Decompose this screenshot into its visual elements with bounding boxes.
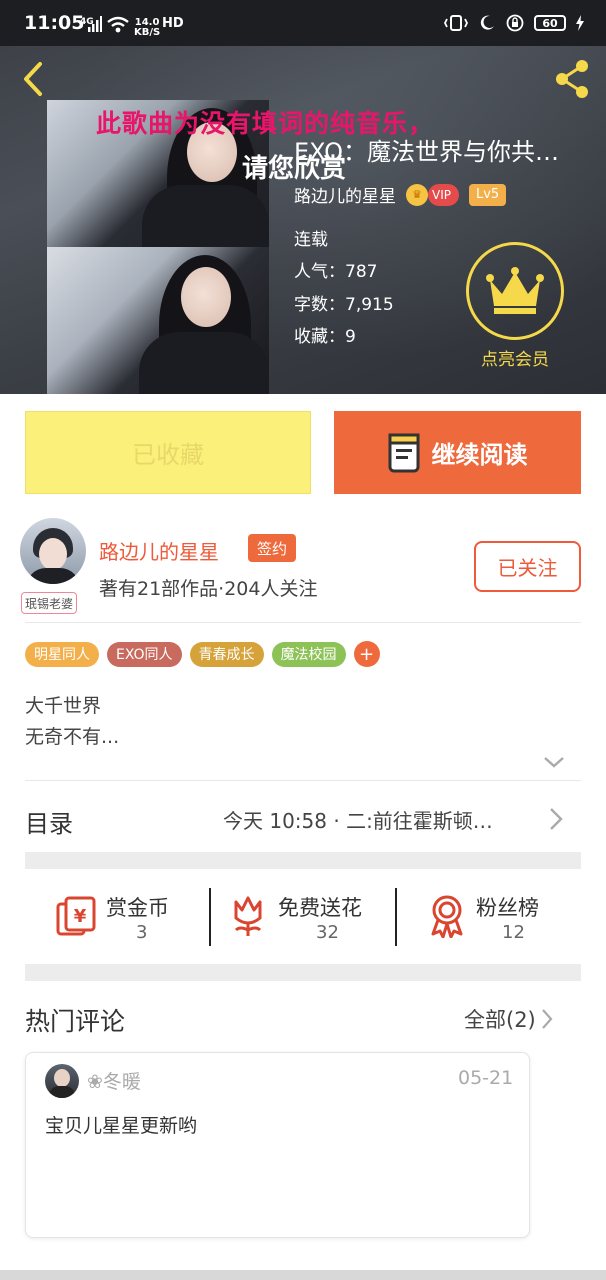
vip-label: VIP (428, 183, 459, 206)
stat-separator (395, 888, 397, 946)
lyrics-marquee-line2: 请您欣赏 (242, 154, 347, 184)
battery-icon: 60 (534, 15, 566, 31)
vibrate-icon (444, 15, 468, 31)
stat-value: 3 (136, 922, 148, 943)
comment-text: 宝贝儿星星更新哟 (45, 1115, 198, 1137)
word-count-label: 字数 (294, 295, 328, 315)
hero-author-name[interactable]: 路边儿的星星 (294, 182, 396, 207)
stat-label: 赏金币 (106, 896, 169, 920)
cover-photo-bottom (47, 247, 269, 394)
serial-status: 连载 (294, 230, 328, 250)
svg-text:¥: ¥ (74, 906, 87, 927)
collected-button[interactable]: 已收藏 (25, 411, 311, 494)
stat-label: 免费送花 (278, 896, 362, 920)
word-count-stat: 字数：7,915 (294, 295, 394, 315)
popularity-value: 787 (345, 262, 378, 282)
book-icon (388, 433, 419, 472)
popularity-stat: 人气：787 (294, 262, 378, 282)
book-hero-header: 11:05 4G 14.0 KB/S HD 60 此歌曲为没有填词的纯音乐， E… (0, 0, 606, 394)
tag-item[interactable]: 魔法校园 (271, 641, 346, 667)
description-line: 无奇不有... (25, 726, 120, 748)
share-button[interactable] (548, 56, 596, 102)
status-right-icons: 60 (444, 14, 584, 32)
avatar-tag: 珉锡老婆 (21, 592, 78, 614)
signed-badge: 签约 (248, 534, 297, 562)
bottom-toolbar-edge (0, 1270, 606, 1280)
favorites-stat: 收藏：9 (294, 327, 356, 347)
speed-unit: KB/S (134, 27, 161, 38)
network-speed: 14.0 KB/S (134, 18, 160, 38)
stat-separator (209, 888, 211, 946)
continue-reading-label: 继续阅读 (431, 441, 528, 469)
toc-label: 目录 (25, 810, 73, 838)
commenter-name[interactable]: ❀冬暖 (87, 1067, 141, 1094)
divider (25, 622, 581, 623)
chevron-right-icon (550, 808, 563, 830)
fan-rank-stat[interactable]: 粉丝榜 12 (428, 888, 578, 946)
reward-coin-icon: ¥ (56, 896, 96, 936)
author-avatar[interactable] (20, 518, 86, 584)
crown-icon (486, 267, 544, 314)
continue-reading-button[interactable]: 继续阅读 (334, 411, 581, 494)
author-stats: 著有21部作品·204人关注 (99, 578, 318, 600)
signal-icon (88, 16, 102, 32)
stat-value: 32 (316, 922, 339, 943)
vip-member-label[interactable]: 点亮会员 (470, 345, 560, 370)
tag-item[interactable]: EXO同人 (107, 641, 182, 667)
vip-badge: ♛ VIP (406, 183, 459, 206)
reward-coin-stat[interactable]: ¥ 赏金币 3 (54, 888, 204, 946)
all-comments-label: 全部(2) (464, 1008, 536, 1032)
tag-item[interactable]: 明星同人 (25, 641, 99, 667)
latest-chapter: 今天 10:58 · 二:前往霍斯顿… (223, 809, 493, 833)
commenter-avatar[interactable] (45, 1064, 79, 1098)
moon-icon (480, 15, 494, 30)
lock-rotation-icon (506, 14, 524, 32)
medal-icon (431, 895, 463, 938)
section-spacer (25, 852, 581, 869)
status-bar: 11:05 4G 14.0 KB/S HD 60 (0, 0, 606, 46)
description-line: 大千世界 (25, 695, 102, 717)
free-flower-stat[interactable]: 免费送花 32 (230, 888, 390, 946)
flower-icon (234, 896, 262, 936)
tag-item[interactable]: 青春成长 (189, 641, 264, 667)
book-description: 大千世界 无奇不有... (25, 691, 119, 753)
favorites-value: 9 (345, 327, 356, 347)
add-tag-button[interactable]: + (353, 641, 380, 667)
crown-icon: ♛ (406, 183, 428, 206)
author-name[interactable]: 路边儿的星星 (99, 536, 219, 565)
follow-button[interactable]: 已关注 (474, 541, 581, 592)
stat-value: 12 (502, 922, 525, 943)
back-button[interactable] (14, 56, 54, 102)
stat-label: 粉丝榜 (476, 896, 539, 920)
vip-member-button[interactable] (466, 242, 564, 340)
chevron-left-icon (24, 62, 42, 96)
share-icon (556, 60, 588, 98)
divider (25, 780, 581, 781)
hot-comments-title: 热门评论 (25, 1007, 126, 1036)
chevron-right-icon (541, 1009, 553, 1029)
expand-description-button[interactable] (542, 754, 566, 773)
section-spacer (25, 964, 581, 981)
level-badge: Lv5 (468, 183, 507, 206)
comment-card[interactable]: ❀冬暖 05-21 宝贝儿星星更新哟 (25, 1052, 530, 1238)
all-comments-link[interactable]: 全部(2) (464, 1004, 554, 1034)
hero-author-row: 路边儿的星星 ♛ VIP Lv5 (294, 182, 507, 207)
charging-icon (576, 15, 584, 31)
comment-date: 05-21 (458, 1067, 514, 1089)
status-time: 11:05 (24, 12, 85, 34)
popularity-label: 人气 (294, 262, 328, 282)
book-cover-image[interactable] (47, 100, 269, 394)
word-count-value: 7,915 (345, 295, 394, 315)
tag-list: 明星同人 EXO同人 青春成长 魔法校园 + (25, 641, 380, 667)
hd-indicator: HD (162, 16, 184, 31)
favorites-label: 收藏 (294, 327, 328, 347)
wifi-icon (107, 16, 129, 33)
chevron-down-icon (544, 757, 564, 768)
